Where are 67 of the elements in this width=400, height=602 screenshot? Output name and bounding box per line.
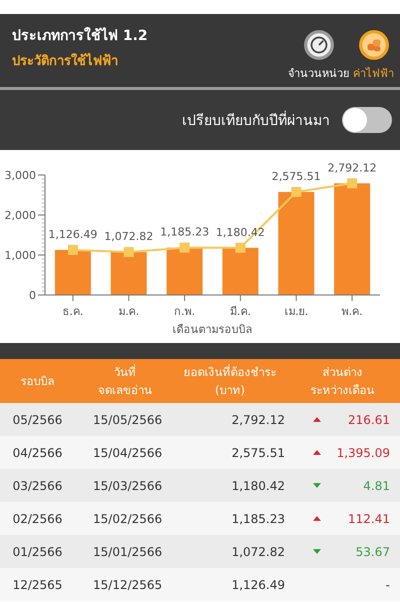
table-cell-text: 04/2566 (12, 446, 64, 460)
y-tick-label: 2,000 (4, 209, 36, 222)
x-tick-label: ธ.ค. (62, 305, 84, 318)
line-point (180, 242, 190, 253)
table-cell: 53.67 (356, 544, 390, 558)
table-cell: - (386, 578, 390, 592)
data-label: 2,575.51 (272, 170, 321, 183)
table-cell: 4.81 (363, 478, 390, 492)
table-cell-text: 15/04/2566 (92, 446, 164, 460)
y-tick-label: 3,000 (4, 169, 36, 182)
data-label: 1,072.82 (104, 230, 154, 244)
compare-toggle[interactable] (342, 107, 392, 133)
down-triangle-icon (313, 549, 321, 554)
down-triangle-icon (313, 483, 321, 488)
table-cell-text: 12/2565 (12, 578, 64, 592)
column-header: ส่วนต่าง ระหว่างเดือน (310, 364, 376, 399)
column-header: รอบบิล (20, 372, 56, 390)
line-point (124, 247, 134, 258)
line-point (291, 186, 302, 197)
data-label: 2,792.12 (328, 161, 377, 174)
table-cell-text: 15/12/2565 (92, 578, 164, 592)
data-label: 1,185.23 (160, 226, 210, 239)
table-cell-text: 15/02/2566 (92, 512, 164, 526)
line-point (68, 244, 78, 255)
table-cell-text: 1,180.42 (230, 478, 285, 492)
x-tick-label: เม.ย. (284, 305, 308, 318)
line-point (347, 178, 358, 188)
up-triangle-icon (313, 450, 321, 455)
table-cell-text: 2,575.51 (230, 446, 285, 460)
table-cell-text: 02/2566 (12, 512, 64, 526)
table-cell-text: 1,185.23 (230, 512, 285, 526)
compare-label: เปรียบเทียบกับปีที่ผ่านมา (182, 109, 330, 131)
column-header: ยอดเงินที่ต้องชำระ (บาท) (182, 363, 278, 399)
line-point (235, 242, 246, 253)
table-cell: 1,395.09 (336, 446, 390, 460)
table-cell-text: 05/2566 (12, 412, 64, 426)
x-tick-label: พ.ค. (342, 305, 363, 318)
y-tick-label: 0 (29, 289, 36, 302)
x-tick-label: ม.ค. (118, 305, 140, 318)
table-cell-text: 1,072.82 (230, 544, 285, 558)
screen-title: ประเภทการใช้ไฟ 1.2 (12, 26, 148, 46)
table-cell-text: 01/2566 (12, 544, 64, 558)
table-cell-text: 03/2566 (12, 478, 64, 492)
tab[interactable]: ค่าไฟฟ้า (353, 19, 394, 82)
bar (110, 252, 147, 295)
x-tick-label: มี.ค. (230, 305, 251, 318)
bar (166, 248, 203, 295)
table-cell: 216.61 (348, 412, 390, 426)
table-cell-text: 15/05/2566 (92, 412, 164, 426)
x-axis-title: เดือนตามรอบบิล (172, 323, 252, 336)
column-header: วันที่ จดเลขอ่าน (97, 363, 153, 399)
table-cell-text: 15/01/2566 (92, 544, 164, 558)
screen-subtitle: ประวัติการใช้ไฟฟ้า (12, 52, 119, 71)
gauge-icon (302, 29, 334, 61)
up-triangle-icon (313, 417, 321, 422)
table-cell-text: 15/03/2566 (92, 478, 164, 492)
table-cell-text: 1,126.49 (230, 578, 285, 592)
data-label: 1,126.49 (48, 228, 98, 241)
bar (54, 250, 91, 295)
table-cell-text: 2,792.12 (230, 412, 285, 426)
up-triangle-icon (313, 516, 321, 521)
y-tick-label: 1,000 (4, 249, 36, 262)
coins-icon (358, 29, 390, 61)
tab[interactable]: จำนวนหน่วย (288, 19, 349, 82)
x-tick-label: ก.พ. (174, 305, 196, 318)
table-cell: 112.41 (348, 512, 390, 526)
bar (222, 248, 258, 295)
